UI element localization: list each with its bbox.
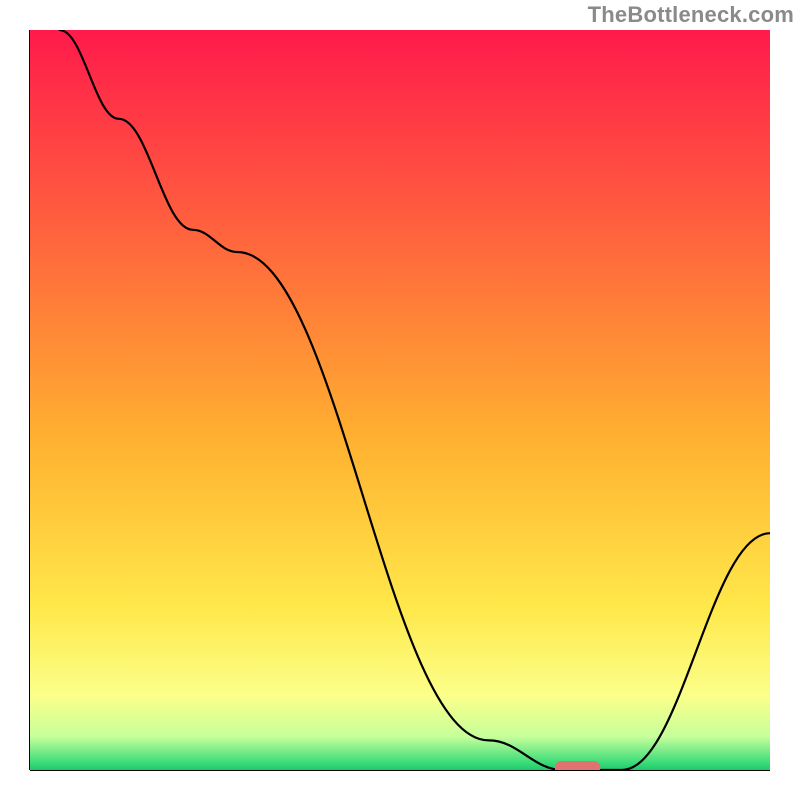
chart-container: TheBottleneck.com — [0, 0, 800, 800]
plot-area — [30, 30, 770, 770]
optimum-marker — [555, 762, 599, 771]
